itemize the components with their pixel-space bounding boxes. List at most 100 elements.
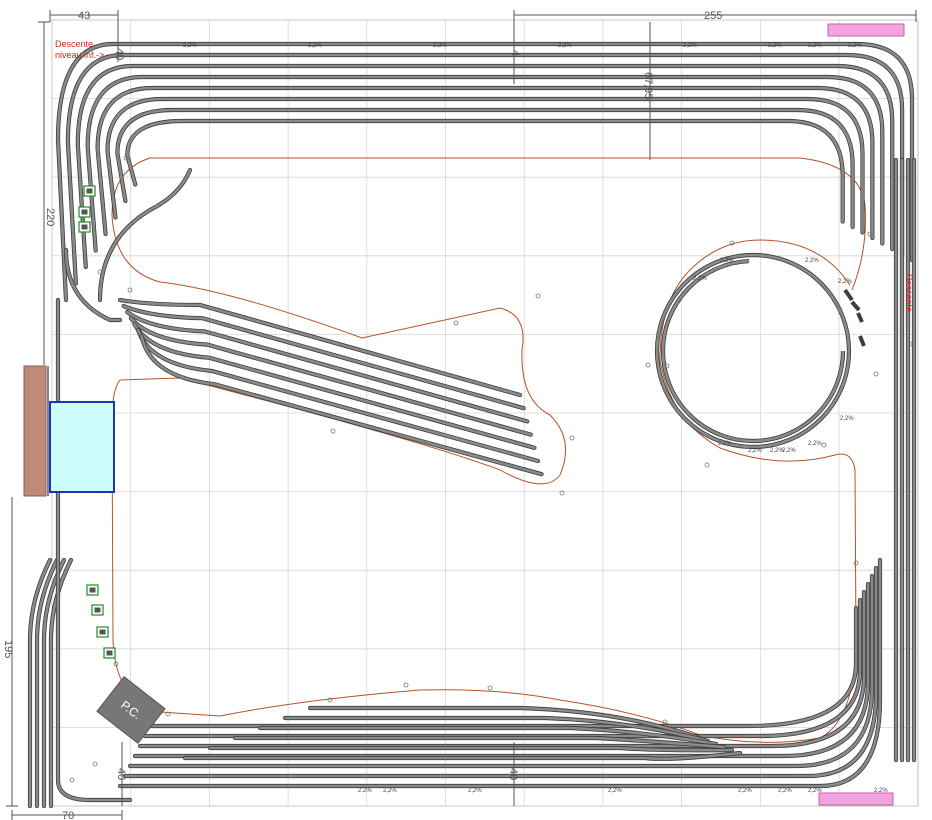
reference-dot: [92, 761, 98, 767]
dim-depth-bottom-mid: 40: [507, 768, 519, 780]
track-edge: [75, 63, 895, 270]
signal-box-icon: [78, 221, 91, 233]
dim-bottom-left: 70: [62, 810, 74, 820]
track-bed: [118, 558, 882, 788]
brown-side-panel: [23, 365, 47, 497]
dim-depth-top-left: 40: [113, 48, 125, 60]
reference-dot: [535, 293, 541, 299]
reference-dot: [821, 442, 827, 448]
grade-labels: 2,2% 2,2% 2,2% 2,2% 2,2% 2,2% 2,2% 2,2% 2,2% 2,2%…: [183, 43, 888, 794]
grade-label-helix: 2,2%: [720, 258, 734, 264]
grade-label-helix: 2,2%: [748, 448, 762, 454]
signal-box-icon: [78, 206, 91, 218]
bottom-loop-track: [132, 581, 871, 759]
track-bed: [143, 598, 862, 738]
helix-segment: [850, 300, 861, 312]
grade-label-top: 2,2%: [683, 43, 697, 49]
reference-dot: [453, 320, 459, 326]
signal-box-icon: [83, 185, 96, 197]
signal-box-core: [106, 650, 113, 656]
grade-label-top: 2,2%: [183, 43, 197, 49]
reference-dot: [873, 371, 879, 377]
grade-label-top: 2,2%: [768, 43, 782, 49]
grade-label-helix: 2,2%: [840, 416, 854, 422]
reference-dot: [69, 777, 75, 783]
dim-depth-top-inner: 67,95: [642, 72, 654, 100]
track-bed: [118, 298, 522, 397]
track-bed: [35, 558, 59, 808]
grade-label-top: 2,2%: [308, 43, 322, 49]
grade-label-bottom: 2,2%: [383, 788, 397, 794]
track-edge: [41, 557, 67, 809]
grade-label-helix: 2,2%: [718, 441, 732, 447]
blue-access-area[interactable]: [49, 401, 115, 493]
signal-box-icon: [86, 584, 99, 596]
signal-box-icon: [91, 604, 104, 616]
pink-marker-top: [827, 23, 905, 37]
dim-top-left: 43: [78, 10, 90, 22]
helix-segment: [858, 335, 866, 347]
track-edge: [137, 589, 867, 749]
bottom-loop-track: [142, 597, 863, 739]
track-bed: [116, 108, 854, 229]
grade-label-top: 2,2%: [433, 43, 447, 49]
grade-label-helix: 2,2%: [808, 441, 822, 447]
reference-dot: [645, 362, 651, 368]
bottom-loop-track: [117, 557, 883, 789]
top-loop-track: [85, 74, 885, 253]
top-loop-track: [75, 63, 895, 270]
reference-dot: [569, 435, 575, 441]
grade-label-helix: 2,2%: [805, 258, 819, 264]
signal-box-core: [81, 209, 88, 215]
top-loop-track: [115, 107, 855, 230]
track-plan-canvas: 2,2% 2,2% 2,2% 2,2% 2,2% 2,2% 2,2% 2,2% 2,2% 2,2%…: [2, 10, 919, 820]
pc-control-block[interactable]: P.C.: [96, 675, 166, 745]
reference-dot: [487, 685, 493, 691]
grade-label-helix: 2,2%: [782, 448, 796, 454]
track-bed: [28, 558, 52, 808]
reference-dots: [69, 155, 913, 783]
track-bed: [49, 558, 73, 808]
signal-box-core: [99, 629, 106, 635]
bottom-loop-track: [137, 589, 867, 749]
grade-label-top: 2,2%: [848, 43, 862, 49]
dim-left-upper: 220: [44, 208, 56, 226]
grade-label-helix: 2,2%: [693, 276, 707, 282]
helix-segment: [856, 312, 864, 323]
top-loop-track: [125, 118, 845, 224]
grade-label-bottom: 2,2%: [738, 788, 752, 794]
grade-label-top: 2,2%: [558, 43, 572, 49]
signal-box-icon: [96, 626, 109, 638]
track-edge: [142, 597, 863, 739]
reference-dot: [704, 462, 710, 468]
signal-box-core: [94, 607, 101, 613]
track-edge: [27, 557, 53, 809]
background-grid: [51, 19, 919, 806]
yard-fan-track: [117, 297, 523, 398]
track-bed: [42, 558, 66, 808]
reference-dot: [403, 682, 409, 688]
signal-box-core: [81, 224, 88, 230]
track-bed: [125, 119, 844, 223]
dim-left-lower: 195: [2, 640, 14, 658]
descente-label-line2: niveau inf.->: [55, 50, 104, 60]
pink-marker-bottom: [818, 792, 894, 806]
track-edge: [34, 557, 60, 809]
dim-top-right: 255: [704, 10, 722, 22]
grade-label-bottom: 2,2%: [608, 788, 622, 794]
helix-ring-bed: [655, 253, 851, 449]
dim-depth-bottom-left: 40: [115, 768, 127, 780]
helix-board-edge: [659, 239, 851, 462]
track-edge: [117, 557, 883, 789]
grade-label-bottom: 2,2%: [778, 788, 792, 794]
track-edge: [48, 557, 74, 809]
track-bed: [133, 582, 870, 758]
bottom-yard-track: [207, 745, 735, 753]
track-edge: [132, 581, 871, 759]
track-edge: [121, 303, 526, 411]
reference-dot: [127, 287, 133, 293]
dim-depth-top-mid: 4: [509, 50, 521, 56]
descente-right-label: Descente: [904, 274, 914, 312]
left-staging-track: [34, 557, 60, 809]
yard-fan-track: [121, 303, 526, 411]
